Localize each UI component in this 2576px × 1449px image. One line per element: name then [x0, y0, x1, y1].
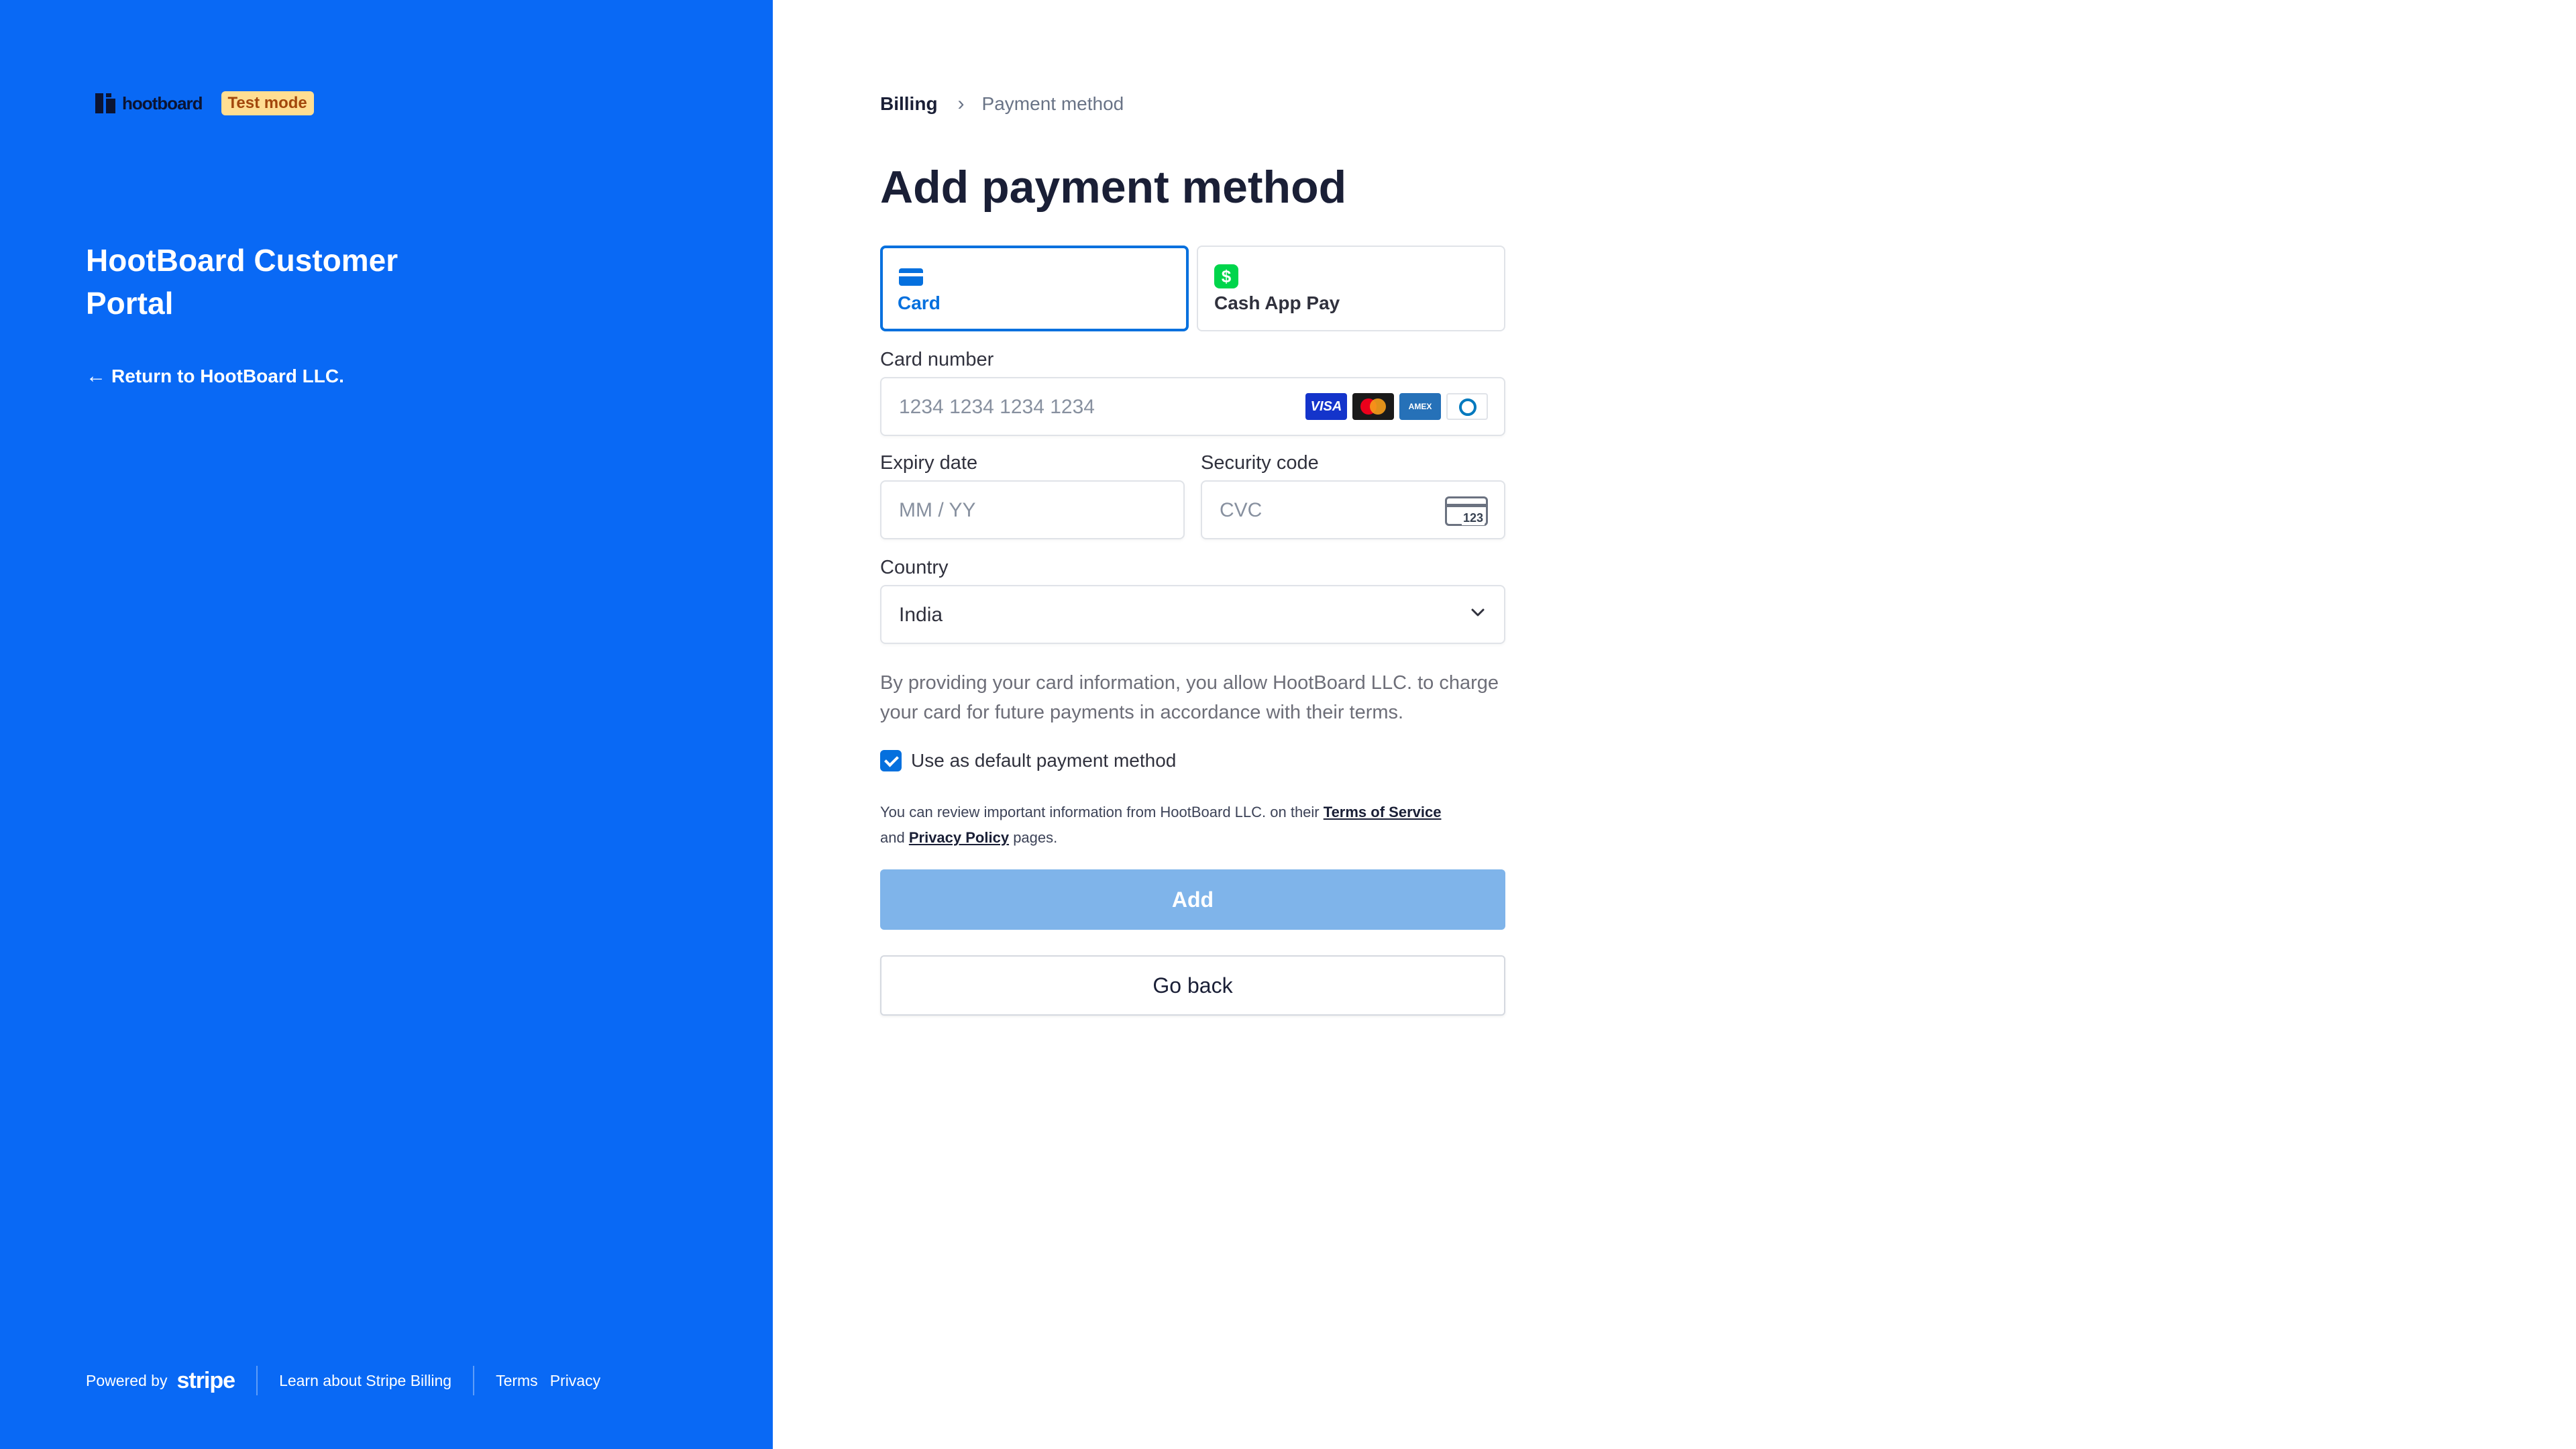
brand-row: hootboard Test mode [94, 91, 314, 115]
portal-title: HootBoard Customer Portal [86, 243, 398, 321]
stripe-logo: stripe [176, 1367, 235, 1393]
arrow-left-icon: ← [86, 365, 106, 387]
page-title: Add payment method [880, 162, 1347, 213]
breadcrumb-billing[interactable]: Billing [880, 93, 938, 115]
expiry-label: Expiry date [880, 452, 978, 474]
card-brands: VISA AMEX [1300, 393, 1488, 420]
country-select[interactable]: India [880, 585, 1505, 644]
card-number-placeholder: 1234 1234 1234 1234 [899, 396, 1095, 418]
tab-cash-app-pay[interactable]: $ Cash App Pay [1197, 246, 1505, 331]
cvc-placeholder: CVC [1220, 499, 1263, 521]
sidebar-footer: Powered by stripe Learn about Stripe Bil… [86, 1366, 600, 1395]
go-back-button[interactable]: Go back [880, 955, 1505, 1016]
chevron-down-icon [1471, 608, 1485, 616]
hootboard-logo-icon [95, 93, 115, 113]
tab-card-label: Card [898, 292, 941, 313]
page: hootboard Test mode HootBoard Customer P… [0, 0, 2576, 1449]
expiry-placeholder: MM / YY [899, 499, 976, 521]
security-code-label: Security code [1201, 452, 1319, 474]
legal-prefix: You can review important information fro… [880, 804, 1320, 820]
privacy-policy-link[interactable]: Privacy Policy [909, 829, 1009, 846]
diners-icon [1446, 393, 1488, 420]
privacy-link[interactable]: Privacy [550, 1372, 600, 1390]
tab-card[interactable]: Card [880, 246, 1189, 331]
footer-divider [473, 1366, 475, 1395]
country-label: Country [880, 557, 949, 578]
security-code-input[interactable]: CVC 123 [1201, 480, 1505, 539]
sidebar: hootboard Test mode HootBoard Customer P… [0, 0, 773, 1449]
country-value: India [899, 604, 943, 626]
learn-stripe-billing-link[interactable]: Learn about Stripe Billing [279, 1372, 451, 1390]
breadcrumb-current: Payment method [981, 93, 1124, 114]
test-mode-badge: Test mode [221, 91, 314, 115]
amex-icon: AMEX [1399, 393, 1441, 420]
powered-by-label: Powered by [86, 1371, 168, 1389]
expiry-input[interactable]: MM / YY [880, 480, 1185, 539]
hootboard-logo: hootboard [94, 92, 203, 115]
default-payment-checkbox-row[interactable]: Use as default payment method [880, 750, 1176, 771]
legal-middle: and [880, 829, 905, 846]
visa-icon: VISA [1305, 393, 1347, 420]
cvc-icon-text: 123 [1461, 511, 1485, 525]
legal-notice: You can review important information fro… [880, 800, 1505, 851]
terms-link[interactable]: Terms [496, 1372, 538, 1390]
powered-by-stripe[interactable]: Powered by stripe [86, 1368, 235, 1394]
card-number-label: Card number [880, 349, 994, 370]
terms-of-service-link[interactable]: Terms of Service [1324, 804, 1442, 820]
mastercard-icon [1352, 393, 1394, 420]
cvc-card-icon: 123 [1445, 496, 1488, 526]
payment-method-tabs: Card $ Cash App Pay [880, 246, 1505, 333]
card-icon [899, 268, 923, 286]
footer-divider [256, 1366, 258, 1395]
consent-text: By providing your card information, you … [880, 672, 1499, 723]
card-number-input[interactable]: 1234 1234 1234 1234 VISA AMEX [880, 377, 1505, 436]
default-payment-checkbox[interactable] [880, 750, 902, 771]
legal-suffix: pages. [1013, 829, 1058, 846]
chevron-right-icon: › [957, 93, 965, 115]
return-link[interactable]: ← Return to HootBoard LLC. [86, 365, 344, 388]
tab-cash-app-label: Cash App Pay [1214, 292, 1340, 313]
add-button[interactable]: Add [880, 869, 1505, 930]
return-link-label: Return to HootBoard LLC. [111, 366, 344, 386]
logo-text: hootboard [122, 93, 203, 113]
default-payment-label: Use as default payment method [911, 750, 1177, 771]
cash-app-icon: $ [1214, 264, 1238, 288]
breadcrumb: Billing › Payment method [880, 93, 1124, 115]
